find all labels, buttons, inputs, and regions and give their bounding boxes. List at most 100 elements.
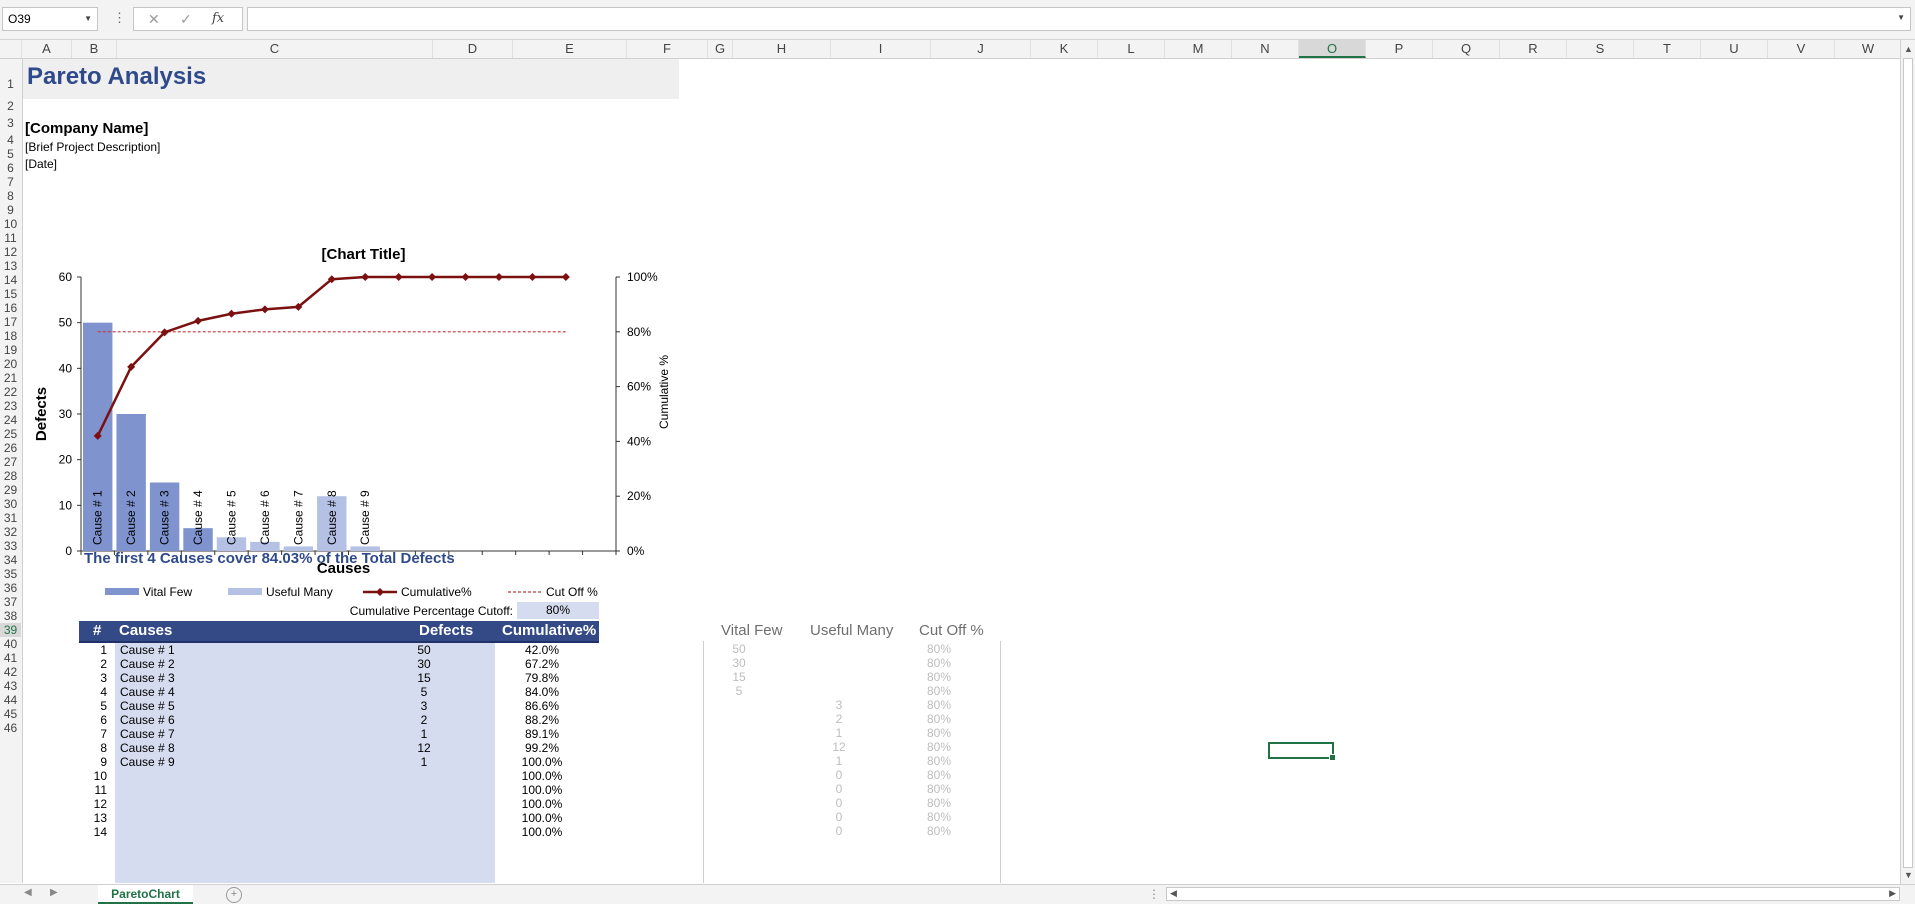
column-header-e[interactable]: E (513, 40, 627, 58)
pareto-chart[interactable]: [Chart Title] 0 10 20 30 40 50 60 0% 20% 40% 60% 80%… (28, 177, 678, 607)
cumulative-point[interactable] (561, 273, 570, 281)
scroll-up-icon[interactable]: ▲ (1904, 44, 1913, 54)
row-header-41[interactable]: 41 (0, 651, 21, 665)
chevron-down-icon[interactable]: ▼ (1897, 13, 1905, 22)
row-header-32[interactable]: 32 (0, 525, 21, 539)
cumulative-point[interactable] (461, 273, 470, 281)
row-header-21[interactable]: 21 (0, 371, 21, 385)
row-header-37[interactable]: 37 (0, 595, 21, 609)
vertical-scrollbar[interactable]: ▲ ▼ (1900, 40, 1915, 884)
cumulative-point[interactable] (428, 273, 437, 281)
formula-input[interactable]: ▼ (247, 7, 1911, 31)
row-header-14[interactable]: 14 (0, 273, 21, 287)
chevron-down-icon[interactable]: ▼ (84, 8, 92, 30)
row-header-36[interactable]: 36 (0, 581, 21, 595)
column-header-n[interactable]: N (1232, 40, 1299, 58)
scroll-thumb[interactable] (1903, 58, 1913, 868)
scroll-left-icon[interactable]: ◀ (1170, 888, 1177, 899)
splitter-icon[interactable]: ⋮ (1148, 887, 1160, 901)
column-header-v[interactable]: V (1768, 40, 1835, 58)
row-header-7[interactable]: 7 (0, 175, 21, 189)
row-header-38[interactable]: 38 (0, 609, 21, 623)
column-header-i[interactable]: I (831, 40, 931, 58)
row-header-39[interactable]: 39 (0, 623, 21, 637)
cumulative-point[interactable] (494, 273, 503, 281)
column-header-r[interactable]: R (1500, 40, 1567, 58)
column-header-w[interactable]: W (1835, 40, 1902, 58)
row-header-11[interactable]: 11 (0, 231, 21, 245)
column-header-p[interactable]: P (1366, 40, 1433, 58)
row-header-25[interactable]: 25 (0, 427, 21, 441)
column-header-l[interactable]: L (1098, 40, 1165, 58)
cumulative-point[interactable] (528, 273, 537, 281)
row-header-23[interactable]: 23 (0, 399, 21, 413)
row-header-10[interactable]: 10 (0, 217, 21, 231)
scroll-down-icon[interactable]: ▼ (1904, 870, 1913, 880)
row-header-34[interactable]: 34 (0, 553, 21, 567)
cumulative-point[interactable] (260, 305, 269, 314)
row-header-9[interactable]: 9 (0, 203, 21, 217)
active-cell[interactable] (1268, 742, 1336, 761)
prev-sheet-icon[interactable]: ◀ (24, 887, 32, 898)
column-header-c[interactable]: C (117, 40, 433, 58)
row-header-6[interactable]: 6 (0, 161, 21, 175)
row-header-16[interactable]: 16 (0, 301, 21, 315)
row-header-20[interactable]: 20 (0, 357, 21, 371)
column-header-q[interactable]: Q (1433, 40, 1500, 58)
row-header-24[interactable]: 24 (0, 413, 21, 427)
cutoff-input[interactable]: 80% (517, 602, 599, 619)
column-header-m[interactable]: M (1165, 40, 1232, 58)
row-header-22[interactable]: 22 (0, 385, 21, 399)
row-header-28[interactable]: 28 (0, 469, 21, 483)
select-all-corner[interactable] (0, 40, 22, 58)
column-header-a[interactable]: A (22, 40, 72, 58)
cumulative-point[interactable] (361, 273, 370, 281)
row-header-26[interactable]: 26 (0, 441, 21, 455)
row-header-17[interactable]: 17 (0, 315, 21, 329)
column-header-u[interactable]: U (1701, 40, 1768, 58)
tab-paretochart[interactable]: ParetoChart (98, 885, 193, 904)
column-header-s[interactable]: S (1567, 40, 1634, 58)
row-header-4[interactable]: 4 (0, 133, 21, 147)
column-header-f[interactable]: F (627, 40, 708, 58)
row-header-43[interactable]: 43 (0, 679, 21, 693)
row-header-13[interactable]: 13 (0, 259, 21, 273)
name-box[interactable]: O39 ▼ (2, 7, 98, 31)
row-header-15[interactable]: 15 (0, 287, 21, 301)
row-header-3[interactable]: 3 (0, 113, 21, 133)
column-header-t[interactable]: T (1634, 40, 1701, 58)
horizontal-scrollbar[interactable]: ◀ ▶ (1166, 887, 1900, 901)
column-header-b[interactable]: B (72, 40, 117, 58)
row-header-1[interactable]: 1 (0, 59, 21, 99)
row-header-33[interactable]: 33 (0, 539, 21, 553)
fill-handle[interactable] (1329, 754, 1336, 761)
row-header-44[interactable]: 44 (0, 693, 21, 707)
cumulative-point[interactable] (194, 316, 203, 325)
row-header-5[interactable]: 5 (0, 147, 21, 161)
row-header-46[interactable]: 46 (0, 721, 21, 735)
row-header-45[interactable]: 45 (0, 707, 21, 721)
more-options-icon[interactable]: ⋮ (113, 10, 126, 26)
column-header-d[interactable]: D (433, 40, 513, 58)
row-header-2[interactable]: 2 (0, 99, 21, 113)
scroll-right-icon[interactable]: ▶ (1889, 888, 1896, 899)
column-header-k[interactable]: K (1031, 40, 1098, 58)
column-header-j[interactable]: J (931, 40, 1031, 58)
row-header-35[interactable]: 35 (0, 567, 21, 581)
row-header-29[interactable]: 29 (0, 483, 21, 497)
cumulative-point[interactable] (227, 309, 236, 318)
row-header-18[interactable]: 18 (0, 329, 21, 343)
row-header-19[interactable]: 19 (0, 343, 21, 357)
column-header-o[interactable]: O (1299, 40, 1366, 58)
row-header-40[interactable]: 40 (0, 637, 21, 651)
column-header-h[interactable]: H (733, 40, 831, 58)
worksheet[interactable]: Pareto Analysis [Company Name] [Brief Pr… (23, 59, 1900, 883)
function-icon[interactable]: fx (212, 11, 224, 26)
row-header-12[interactable]: 12 (0, 245, 21, 259)
cumulative-point[interactable] (394, 273, 403, 281)
row-header-31[interactable]: 31 (0, 511, 21, 525)
next-sheet-icon[interactable]: ▶ (50, 887, 58, 898)
column-header-g[interactable]: G (708, 40, 733, 58)
cancel-icon[interactable]: ✕ (148, 11, 160, 28)
check-icon[interactable]: ✓ (180, 11, 192, 28)
